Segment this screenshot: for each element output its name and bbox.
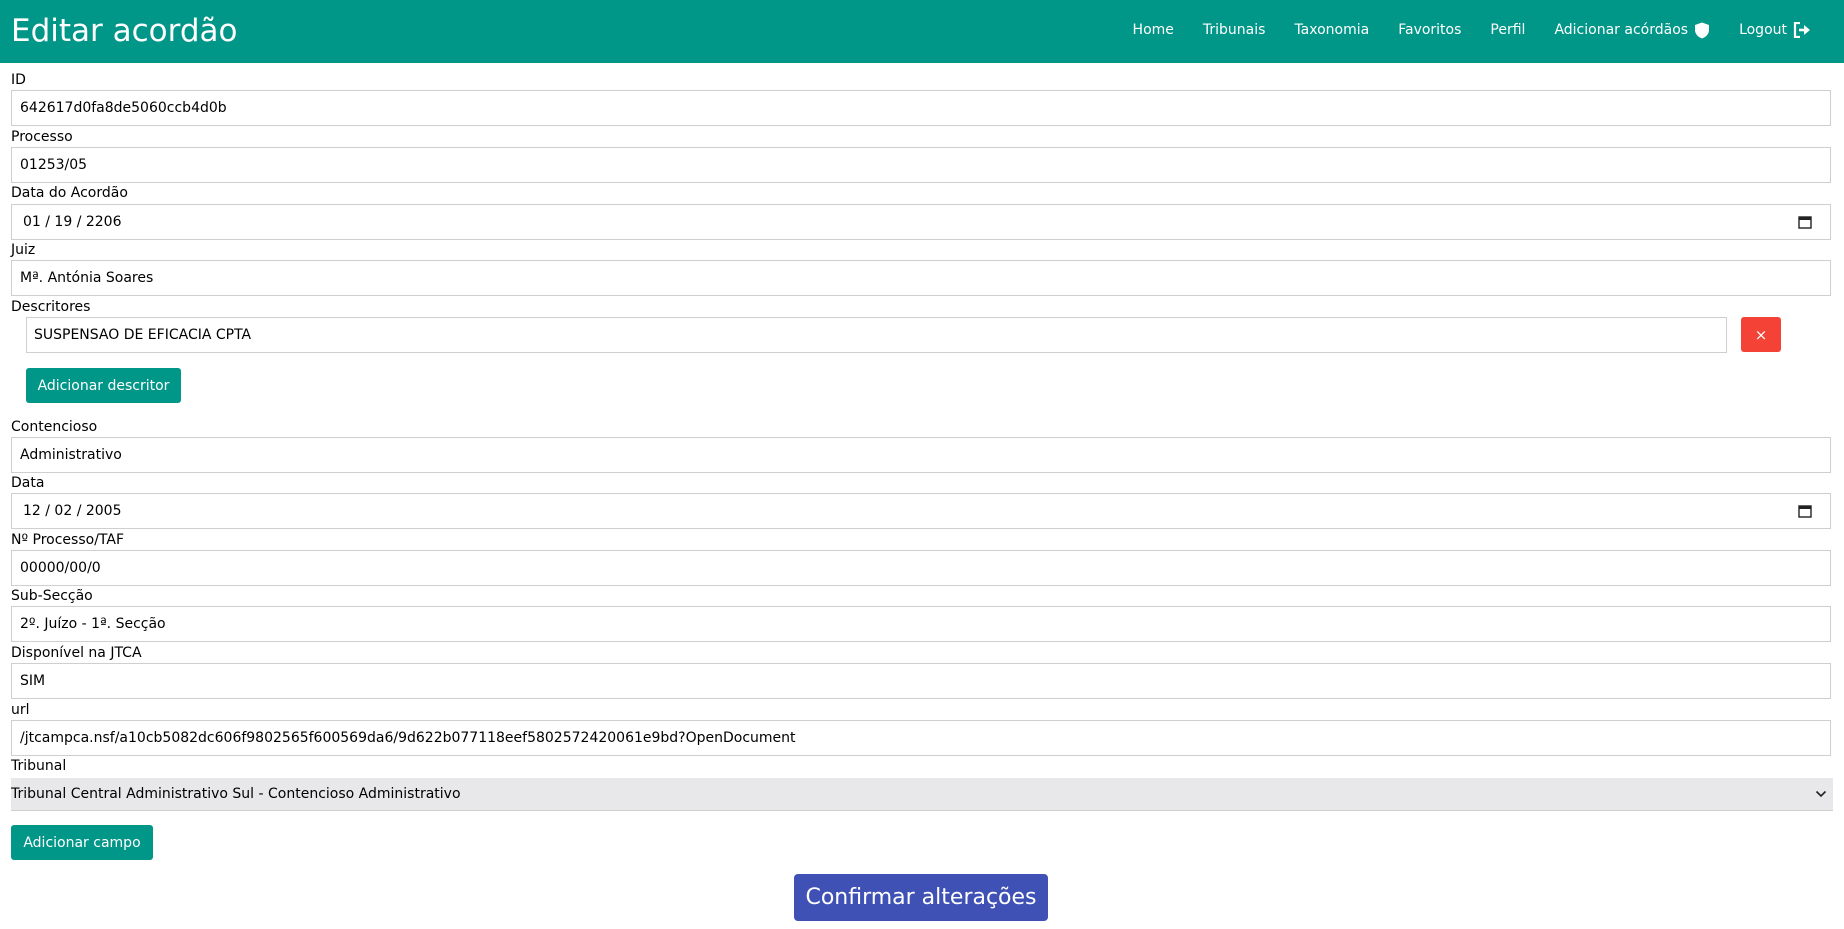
chevron-down-icon	[1815, 790, 1827, 798]
processo-label: Processo	[11, 129, 73, 145]
processo-taf-label: Nº Processo/TAF	[11, 532, 125, 548]
juiz-value: Mª. Antónia Soares	[20, 270, 154, 286]
tribunal-label: Tribunal	[11, 758, 67, 774]
nav-logout[interactable]: Logout	[1725, 0, 1844, 60]
close-icon: ×	[1754, 325, 1768, 344]
nav-adicionar-acordaos[interactable]: Adicionar acórdãos	[1540, 0, 1725, 60]
nav-taxonomia-label: Taxonomia	[1294, 22, 1370, 38]
tribunal-select[interactable]: Tribunal Central Administrativo Sul - Co…	[11, 778, 1833, 811]
processo-taf-input[interactable]: 00000/00/0	[11, 550, 1831, 586]
sub-seccao-value: 2º. Juízo - 1ª. Secção	[20, 616, 166, 632]
nav-adicionar-acordaos-label: Adicionar acórdãos	[1554, 22, 1689, 38]
nav-tribunais[interactable]: Tribunais	[1188, 0, 1280, 60]
juiz-label: Juiz	[11, 242, 36, 258]
contencioso-value: Administrativo	[20, 447, 122, 463]
url-input[interactable]: /jtcampca.nsf/a10cb5082dc606f9802565f600…	[11, 720, 1831, 756]
contencioso-input[interactable]: Administrativo	[11, 437, 1831, 473]
id-label: ID	[11, 72, 26, 88]
add-descritor-label: Adicionar descritor	[37, 377, 170, 394]
calendar-icon[interactable]	[1798, 504, 1812, 518]
nav-favoritos[interactable]: Favoritos	[1384, 0, 1476, 60]
shield-icon	[1695, 22, 1710, 38]
remove-descritor-button[interactable]: ×	[1741, 317, 1781, 352]
data-input[interactable]: 12 / 02 / 2005	[11, 493, 1831, 529]
processo-value: 01253/05	[20, 157, 88, 173]
nav-taxonomia[interactable]: Taxonomia	[1280, 0, 1384, 60]
page-title: Editar acordão	[11, 13, 238, 49]
sub-seccao-input[interactable]: 2º. Juízo - 1ª. Secção	[11, 606, 1831, 642]
add-field-label: Adicionar campo	[23, 834, 141, 851]
id-value: 642617d0fa8de5060ccb4d0b	[20, 100, 227, 116]
nav-favoritos-label: Favoritos	[1398, 22, 1462, 38]
disponivel-input[interactable]: SIM	[11, 663, 1831, 699]
data-acordao-input[interactable]: 01 / 19 / 2206	[11, 204, 1831, 240]
nav-tribunais-label: Tribunais	[1202, 22, 1266, 38]
add-descritor-button[interactable]: Adicionar descritor	[26, 368, 181, 403]
nav-perfil-label: Perfil	[1490, 22, 1526, 38]
data-label: Data	[11, 475, 45, 491]
descritores-label: Descritores	[11, 299, 91, 315]
descritor-input[interactable]: SUSPENSAO DE EFICACIA CPTA	[26, 317, 1727, 353]
id-input[interactable]: 642617d0fa8de5060ccb4d0b	[11, 90, 1831, 126]
juiz-input[interactable]: Mª. Antónia Soares	[11, 260, 1831, 296]
disponivel-label: Disponível na JTCA	[11, 645, 142, 661]
nav-home-label: Home	[1132, 22, 1174, 38]
data-acordao-label: Data do Acordão	[11, 185, 128, 201]
add-field-button[interactable]: Adicionar campo	[11, 825, 153, 860]
url-value: /jtcampca.nsf/a10cb5082dc606f9802565f600…	[20, 730, 796, 746]
nav-perfil[interactable]: Perfil	[1476, 0, 1540, 60]
main-nav: Home Tribunais Taxonomia Favoritos Perfi…	[1118, 0, 1844, 60]
tribunal-selected: Tribunal Central Administrativo Sul - Co…	[11, 786, 461, 802]
calendar-icon[interactable]	[1798, 215, 1812, 229]
confirm-label: Confirmar alterações	[805, 885, 1037, 910]
nav-logout-label: Logout	[1739, 22, 1787, 38]
top-app-bar: Editar acordão Home Tribunais Taxonomia …	[0, 0, 1844, 63]
processo-taf-value: 00000/00/0	[20, 560, 101, 576]
url-label: url	[11, 702, 30, 718]
sub-seccao-label: Sub-Secção	[11, 588, 93, 604]
data-acordao-value: 01 / 19 / 2206	[23, 214, 122, 230]
logout-icon	[1793, 22, 1810, 38]
disponivel-value: SIM	[20, 673, 46, 689]
descritor-value: SUSPENSAO DE EFICACIA CPTA	[34, 327, 252, 343]
nav-home[interactable]: Home	[1118, 0, 1188, 60]
contencioso-label: Contencioso	[11, 419, 98, 435]
confirm-button[interactable]: Confirmar alterações	[794, 874, 1048, 921]
processo-input[interactable]: 01253/05	[11, 147, 1831, 183]
data-value: 12 / 02 / 2005	[23, 503, 122, 519]
